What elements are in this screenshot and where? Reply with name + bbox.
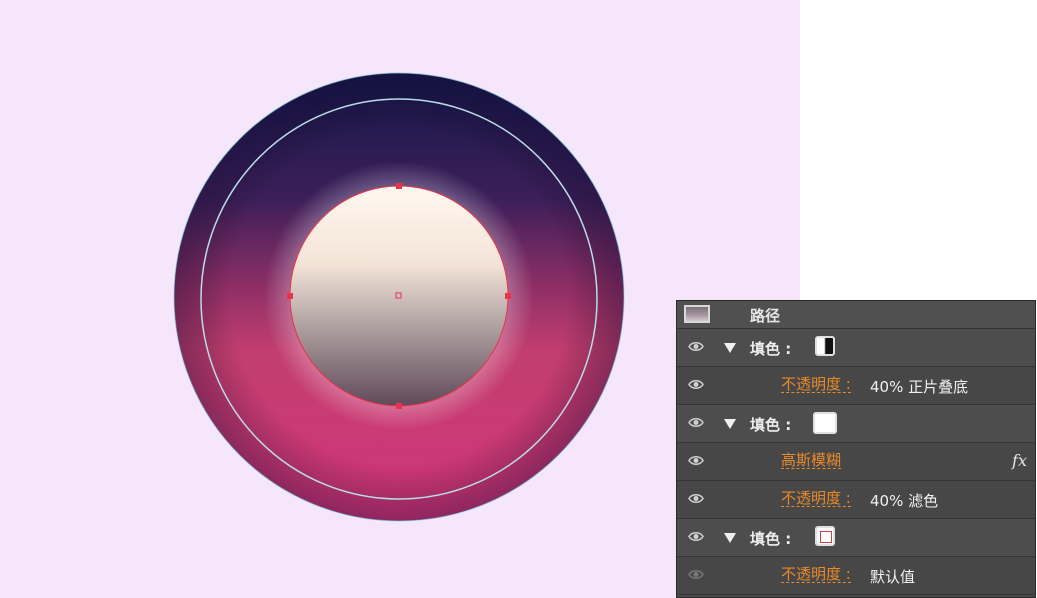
- opacity-row-1[interactable]: 不透明度 : 40% 正片叠底: [677, 367, 1035, 405]
- white-swatch[interactable]: [813, 412, 837, 434]
- opacity-link[interactable]: 不透明度 :: [781, 376, 851, 393]
- effect-row-gaussian-blur[interactable]: 高斯模糊 fx: [677, 443, 1035, 481]
- fill-row-3[interactable]: 填色 :: [677, 519, 1035, 557]
- eye-icon[interactable]: [688, 493, 704, 504]
- fill-row-1[interactable]: 填色 :: [677, 329, 1035, 367]
- opacity-row-2[interactable]: 不透明度 : 40% 滤色: [677, 481, 1035, 519]
- fill-row-2[interactable]: 填色 :: [677, 405, 1035, 443]
- anchor-point-bottom[interactable]: [396, 403, 402, 409]
- disclosure-triangle-icon[interactable]: [724, 533, 736, 543]
- opacity-link[interactable]: 不透明度 :: [781, 566, 851, 583]
- opacity-value: 默认值: [870, 568, 916, 586]
- eye-icon[interactable]: [688, 341, 704, 352]
- disclosure-triangle-icon[interactable]: [724, 343, 736, 353]
- opacity-row-3[interactable]: 不透明度 : 默认值: [677, 557, 1035, 595]
- fill-label: 填色 :: [750, 530, 792, 548]
- eye-icon-dimmed[interactable]: [688, 569, 704, 580]
- fill-label: 填色 :: [750, 340, 792, 358]
- anchor-point-right[interactable]: [505, 293, 511, 299]
- anchor-point-left[interactable]: [287, 293, 293, 299]
- white-outline-swatch[interactable]: [815, 526, 835, 546]
- eye-icon[interactable]: [688, 379, 704, 390]
- eye-icon[interactable]: [688, 455, 704, 466]
- anchor-point-top[interactable]: [396, 183, 402, 189]
- panel-header-path[interactable]: 路径: [677, 301, 1035, 329]
- path-thumbnail-icon: [684, 305, 710, 323]
- opacity-value: 40% 滤色: [870, 492, 939, 510]
- gradient-swatch[interactable]: [815, 336, 835, 356]
- fx-icon[interactable]: fx: [1012, 451, 1027, 470]
- disclosure-triangle-icon[interactable]: [724, 419, 736, 429]
- appearance-panel: 路径 填色 : 不透明度 : 40% 正片叠底 填色 : 高斯模糊 fx 不透明…: [676, 300, 1036, 598]
- gaussian-blur-link[interactable]: 高斯模糊: [781, 452, 842, 469]
- sphere[interactable]: [289, 185, 509, 407]
- fill-label: 填色 :: [750, 416, 792, 434]
- opacity-value: 40% 正片叠底: [870, 378, 969, 396]
- eye-icon[interactable]: [688, 531, 704, 542]
- header-label: 路径: [750, 307, 781, 325]
- eye-icon[interactable]: [688, 417, 704, 428]
- opacity-link[interactable]: 不透明度 :: [781, 490, 851, 507]
